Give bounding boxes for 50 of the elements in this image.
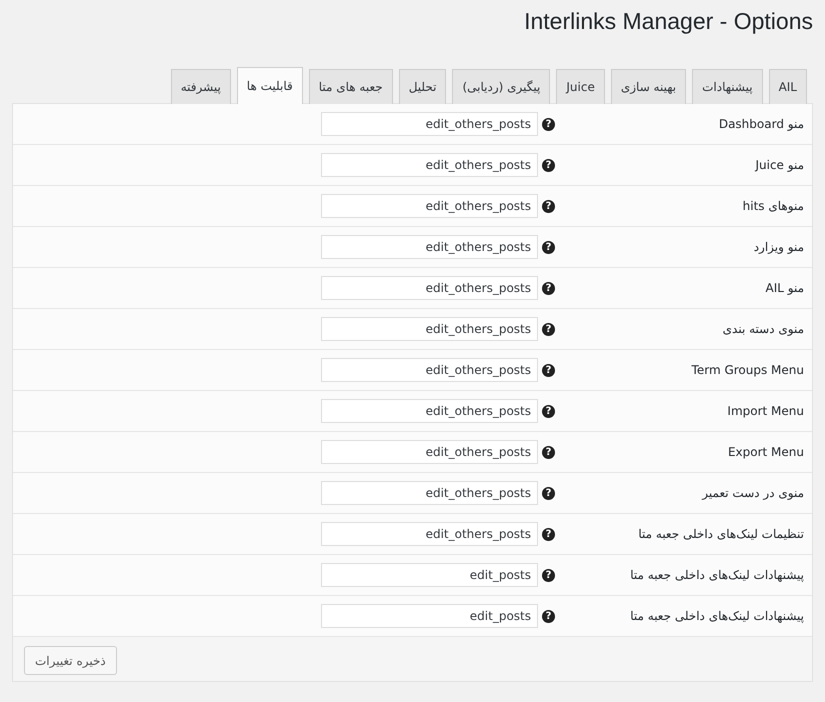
setting-label: Import Menu [726, 404, 805, 418]
help-icon[interactable]: ? [542, 568, 555, 582]
setting-label: Term Groups Menu [690, 363, 805, 377]
setting-label: تنظیمات لینک‌های داخلی جعبه متا [637, 527, 805, 541]
setting-label: منو AIL [764, 281, 805, 295]
input-field[interactable]: edit_posts [321, 604, 538, 628]
input-field[interactable]: edit_others_posts [321, 440, 538, 464]
help-icon[interactable]: ? [542, 118, 555, 130]
setting-label: پیشنهادات لینک‌های داخلی جعبه متا [629, 568, 805, 582]
help-icon[interactable]: ? [542, 322, 555, 336]
tab[interactable]: AIL [768, 69, 807, 104]
tab[interactable]: بهینه سازی [610, 69, 686, 104]
help-icon[interactable]: ? [542, 446, 555, 458]
input-field[interactable]: edit_others_posts [321, 276, 538, 300]
setting-label: منو ویزارد [752, 240, 805, 254]
help-icon[interactable]: ? [542, 240, 555, 254]
input-field[interactable]: edit_others_posts [321, 112, 538, 136]
help-icon[interactable]: ? [542, 158, 555, 172]
help-icon[interactable]: ? [542, 528, 555, 540]
setting-label: Export Menu [726, 445, 805, 459]
help-icon[interactable]: ? [542, 404, 555, 418]
setting-label: منوی در دست تعمیر [700, 486, 805, 500]
input-field[interactable]: edit_others_posts [321, 153, 538, 177]
setting-label: پیشنهادات لینک‌های داخلی جعبه متا [629, 609, 805, 623]
tab[interactable]: پیشنهادات [692, 69, 763, 104]
setting-label: منوهای hits [742, 199, 805, 213]
help-icon[interactable]: ? [542, 282, 555, 294]
tab[interactable]: پیشرفته [170, 69, 231, 104]
help-icon[interactable]: ? [542, 364, 555, 376]
input-field[interactable]: edit_others_posts [321, 235, 538, 259]
help-icon[interactable]: ? [542, 610, 555, 622]
tab[interactable]: پیگیری (ردیابی) [452, 69, 550, 104]
tab[interactable]: تحلیل [398, 69, 446, 104]
input-field[interactable]: edit_others_posts [321, 317, 538, 341]
input-field[interactable]: edit_others_posts [321, 358, 538, 382]
input-field[interactable]: edit_others_posts [321, 194, 538, 218]
help-icon[interactable]: ? [542, 486, 555, 500]
save-button[interactable]: ذخیره تغییرات [24, 646, 117, 675]
input-field[interactable]: edit_others_posts [321, 522, 538, 546]
tab[interactable]: جعبه های متا [308, 69, 393, 104]
tab[interactable]: Juice [556, 69, 605, 104]
input-field[interactable]: edit_posts [321, 563, 538, 587]
setting-label: منو Juice [754, 158, 805, 172]
help-icon[interactable]: ? [542, 200, 555, 212]
input-field[interactable]: edit_others_posts [321, 399, 538, 423]
tab[interactable]: قابلیت ها [236, 67, 303, 104]
setting-label: منو Dashboard [718, 117, 805, 131]
page-title: Interlinks Manager - Options [524, 8, 813, 36]
input-field[interactable]: edit_others_posts [321, 481, 538, 505]
setting-label: منوی دسته بندی [722, 322, 805, 336]
